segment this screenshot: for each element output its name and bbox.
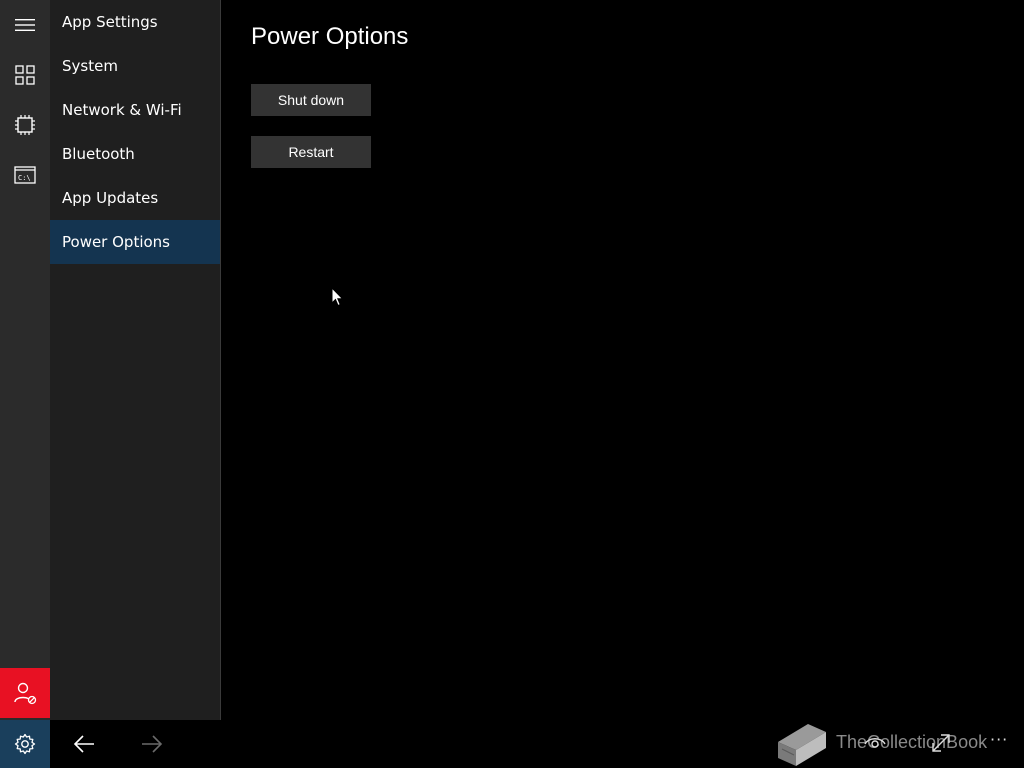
- settings-button[interactable]: [0, 720, 50, 768]
- more-options-icon[interactable]: ···: [990, 730, 1008, 749]
- bottom-bar: TheCollectionBook ···: [0, 720, 1024, 768]
- nav-item-power-options[interactable]: Power Options: [50, 220, 220, 264]
- user-blocked-icon: [14, 682, 37, 705]
- icon-rail: C:\: [0, 0, 50, 720]
- nav-item-system[interactable]: System: [50, 44, 220, 88]
- processor-button[interactable]: [0, 100, 50, 150]
- user-account-button[interactable]: [0, 668, 50, 718]
- nav-item-app-settings[interactable]: App Settings: [50, 0, 220, 44]
- command-prompt-icon: C:\: [14, 166, 36, 184]
- forward-arrow-icon: [142, 735, 163, 753]
- expand-icon: [932, 734, 950, 752]
- watermark: TheCollectionBook ···: [770, 720, 1024, 768]
- apps-grid-icon: [15, 65, 35, 85]
- hamburger-menu-icon: [15, 19, 35, 31]
- device-portal-window: C:\ App Settings System Network & Wi-Fi …: [0, 0, 1024, 768]
- nav-item-bluetooth[interactable]: Bluetooth: [50, 132, 220, 176]
- nav-item-app-updates[interactable]: App Updates: [50, 176, 220, 220]
- processor-chip-icon: [15, 115, 35, 135]
- watermark-text: TheCollectionBook: [836, 732, 988, 752]
- back-arrow-icon: [73, 735, 94, 753]
- page-title: Power Options: [251, 23, 409, 50]
- hamburger-menu-button[interactable]: [0, 0, 50, 50]
- restart-button[interactable]: Restart: [251, 136, 371, 168]
- book-icon: [778, 724, 826, 766]
- command-prompt-button[interactable]: C:\: [0, 150, 50, 200]
- command-prompt-glyph: C:\: [18, 174, 31, 182]
- apps-grid-button[interactable]: [0, 50, 50, 100]
- back-button[interactable]: [64, 724, 104, 764]
- eye-icon: [864, 738, 886, 748]
- shutdown-button[interactable]: Shut down: [251, 84, 371, 116]
- nav-pane: App Settings System Network & Wi-Fi Blue…: [50, 0, 221, 720]
- gear-icon: [14, 733, 36, 755]
- nav-item-network-wifi[interactable]: Network & Wi-Fi: [50, 88, 220, 132]
- mouse-cursor-icon: [331, 287, 344, 307]
- forward-button[interactable]: [132, 724, 172, 764]
